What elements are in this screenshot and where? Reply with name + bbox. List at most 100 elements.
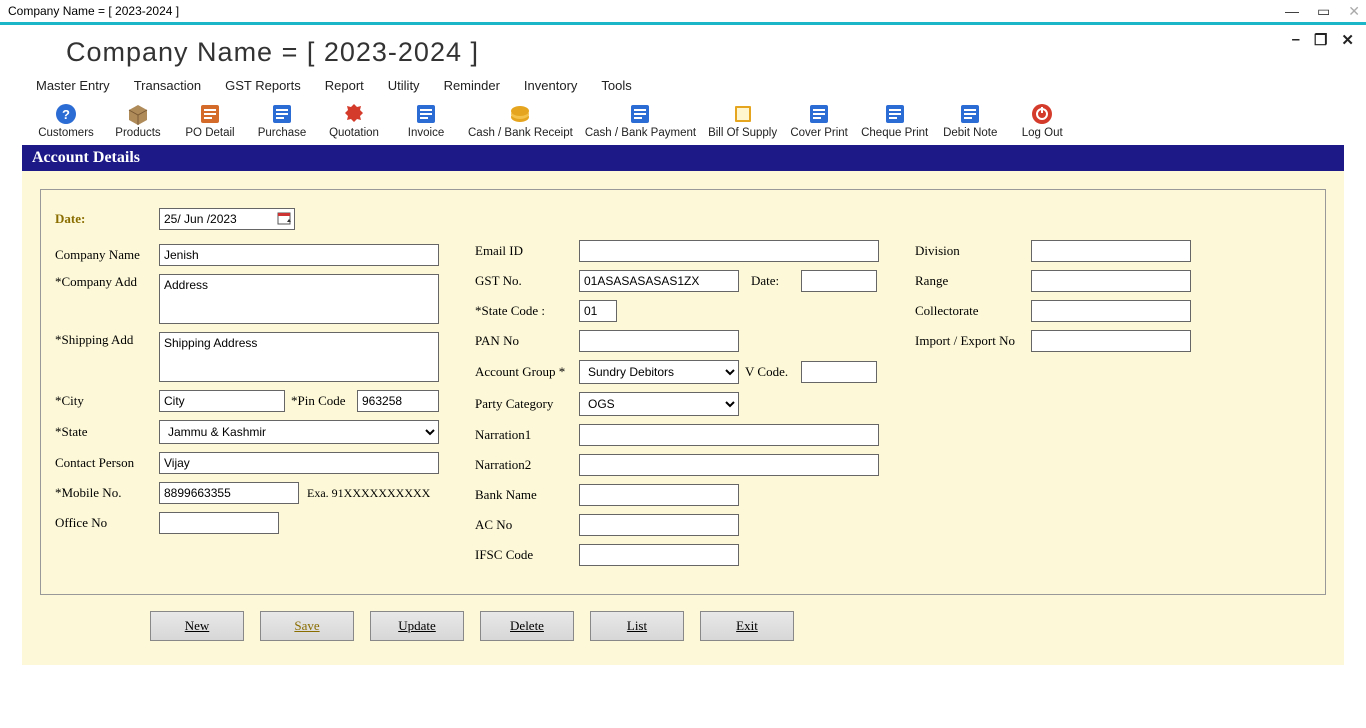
menu-transaction[interactable]: Transaction xyxy=(134,78,201,93)
menu-report[interactable]: Report xyxy=(325,78,364,93)
city-input[interactable] xyxy=(159,390,285,412)
delete-button[interactable]: Delete xyxy=(480,611,574,641)
toolbar-label: Cheque Print xyxy=(861,127,928,139)
inner-close-icon[interactable]: ✕ xyxy=(1341,31,1354,49)
email-label: Email ID xyxy=(475,243,579,259)
toolbar-label: Debit Note xyxy=(943,127,997,139)
date-label: Date: xyxy=(55,211,159,227)
division-label: Division xyxy=(915,243,1031,259)
toolbar-customers[interactable]: ?Customers xyxy=(30,103,102,139)
menu-reminder[interactable]: Reminder xyxy=(444,78,500,93)
ifsc-label: IFSC Code xyxy=(475,547,579,563)
update-button[interactable]: Update xyxy=(370,611,464,641)
toolbar-purchase[interactable]: Purchase xyxy=(246,103,318,139)
collect-input[interactable] xyxy=(1031,300,1191,322)
outer-window-controls: — ▭ ✕ xyxy=(1285,0,1360,22)
q-icon: ? xyxy=(55,103,77,125)
toolbar-cheque-print[interactable]: Cheque Print xyxy=(855,103,934,139)
new-button[interactable]: New xyxy=(150,611,244,641)
office-label: Office No xyxy=(55,515,159,531)
menu-tools[interactable]: Tools xyxy=(601,78,631,93)
toolbar-bill-of-supply[interactable]: Bill Of Supply xyxy=(702,103,783,139)
toolbar-cash-bank-payment[interactable]: Cash / Bank Payment xyxy=(579,103,702,139)
gst-date-input[interactable] xyxy=(801,270,877,292)
box-icon xyxy=(127,103,149,125)
toolbar-quotation[interactable]: Quotation xyxy=(318,103,390,139)
toolbar-cover-print[interactable]: Cover Print xyxy=(783,103,855,139)
menu-utility[interactable]: Utility xyxy=(388,78,420,93)
toolbar-log-out[interactable]: Log Out xyxy=(1006,103,1078,139)
state-code-label: *State Code : xyxy=(475,303,579,319)
gst-input[interactable] xyxy=(579,270,739,292)
outer-window-title: Company Name = [ 2023-2024 ] xyxy=(8,4,179,18)
outer-title-bar: Company Name = [ 2023-2024 ] — ▭ ✕ xyxy=(0,0,1366,22)
doc-icon xyxy=(415,103,437,125)
vcode-label: V Code. xyxy=(745,364,801,380)
company-name-input[interactable] xyxy=(159,244,439,266)
vcode-input[interactable] xyxy=(801,361,877,383)
ifsc-input[interactable] xyxy=(579,544,739,566)
toolbar-ribbon: ?CustomersProductsPO Detail Purchase Quota… xyxy=(26,99,1340,145)
impexp-input[interactable] xyxy=(1031,330,1191,352)
division-input[interactable] xyxy=(1031,240,1191,262)
action-button-row: New Save Update Delete List Exit xyxy=(40,595,1326,641)
toolbar-label: Purchase xyxy=(258,127,307,139)
company-add-label: *Company Add xyxy=(55,274,159,290)
company-name-label: Company Name xyxy=(55,247,159,263)
inner-minimize-icon[interactable]: – xyxy=(1292,31,1300,49)
toolbar-cash-bank-receipt[interactable]: Cash / Bank Receipt xyxy=(462,103,579,139)
menu-gst-reports[interactable]: GST Reports xyxy=(225,78,301,93)
form-col-3: Division Range Collectorate Import / Exp… xyxy=(915,208,1311,574)
email-input[interactable] xyxy=(579,240,879,262)
toolbar-debit-note[interactable]: Debit Note xyxy=(934,103,1006,139)
gst-label: GST No. xyxy=(475,273,579,289)
coin-icon xyxy=(509,103,531,125)
pin-label: *Pin Code xyxy=(291,393,357,409)
narr1-input[interactable] xyxy=(579,424,879,446)
pin-input[interactable] xyxy=(357,390,439,412)
company-add-input[interactable] xyxy=(159,274,439,324)
clip-icon xyxy=(199,103,221,125)
state-select[interactable]: Jammu & Kashmir xyxy=(159,420,439,444)
party-label: Party Category xyxy=(475,396,579,412)
range-input[interactable] xyxy=(1031,270,1191,292)
toolbar-label: Quotation xyxy=(329,127,379,139)
bank-input[interactable] xyxy=(579,484,739,506)
close-icon[interactable]: ✕ xyxy=(1348,3,1360,20)
narr1-label: Narration1 xyxy=(475,427,579,443)
maximize-icon[interactable]: ▭ xyxy=(1317,3,1330,20)
exit-button[interactable]: Exit xyxy=(700,611,794,641)
state-code-input[interactable] xyxy=(579,300,617,322)
save-button[interactable]: Save xyxy=(260,611,354,641)
toolbar-invoice[interactable]: Invoice xyxy=(390,103,462,139)
pan-label: PAN No xyxy=(475,333,579,349)
form-col-2: Email ID GST No. Date: *State Code : xyxy=(475,208,895,574)
contact-input[interactable] xyxy=(159,452,439,474)
main-menu: Master Entry Transaction GST Reports Report… xyxy=(26,74,1340,99)
party-select[interactable]: OGS xyxy=(579,392,739,416)
list-button[interactable]: List xyxy=(590,611,684,641)
inner-window-controls: – ❐ ✕ xyxy=(1292,31,1354,49)
toolbar-label: Cover Print xyxy=(790,127,848,139)
form-wrap: Date: Company Name *Company Add xyxy=(22,171,1344,665)
pan-input[interactable] xyxy=(579,330,739,352)
mobile-input[interactable] xyxy=(159,482,299,504)
book-icon xyxy=(732,103,754,125)
menu-inventory[interactable]: Inventory xyxy=(524,78,577,93)
minimize-icon[interactable]: — xyxy=(1285,3,1299,19)
narr2-input[interactable] xyxy=(579,454,879,476)
date-input[interactable] xyxy=(159,208,295,230)
toolbar-po-detail[interactable]: PO Detail xyxy=(174,103,246,139)
acct-group-select[interactable]: Sundry Debitors xyxy=(579,360,739,384)
inner-restore-icon[interactable]: ❐ xyxy=(1314,31,1327,49)
collect-label: Collectorate xyxy=(915,303,1031,319)
header-area: – ❐ ✕ Company Name = [ 2023-2024 ] Maste… xyxy=(0,25,1366,145)
range-label: Range xyxy=(915,273,1031,289)
menu-master-entry[interactable]: Master Entry xyxy=(36,78,110,93)
shipping-add-input[interactable] xyxy=(159,332,439,382)
acno-input[interactable] xyxy=(579,514,739,536)
toolbar-products[interactable]: Products xyxy=(102,103,174,139)
form-panel: Date: Company Name *Company Add xyxy=(40,189,1326,595)
office-input[interactable] xyxy=(159,512,279,534)
acno-label: AC No xyxy=(475,517,579,533)
